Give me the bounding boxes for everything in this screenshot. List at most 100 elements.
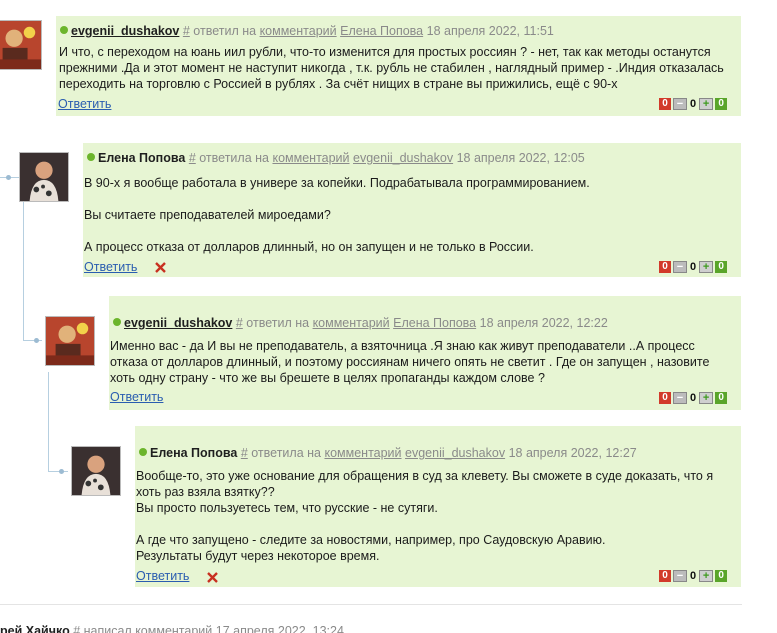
comment-date: 18 апреля 2022, 12:22 <box>479 316 608 330</box>
comment-link[interactable]: комментарий <box>313 316 390 330</box>
comment-text: Вообще-то, это уже основание для обращен… <box>136 469 714 499</box>
minus-count: 0 <box>659 392 671 404</box>
comment-text: А процесс отказа от долларов длинный, но… <box>84 240 534 254</box>
comment-text: Именно вас - да И вы не преподаватель, а… <box>110 339 710 385</box>
permalink-hash[interactable]: # <box>241 446 248 460</box>
vote-score: 0 <box>690 570 697 582</box>
minus-count: 0 <box>659 570 671 582</box>
minus-icon: − <box>676 98 684 110</box>
vote-widget: 0 − 0 + 0 <box>659 392 728 404</box>
vote-down-button[interactable]: − <box>673 98 687 110</box>
vote-down-button[interactable]: − <box>673 392 687 404</box>
delete-icon[interactable] <box>155 262 166 273</box>
comment-link[interactable]: комментарий <box>260 24 337 38</box>
comment-date: 18 апреля 2022, 12:27 <box>508 446 637 460</box>
vote-up-button[interactable]: + <box>699 98 714 110</box>
action-text: ответила на <box>251 446 321 460</box>
online-status-icon <box>113 318 121 326</box>
next-comment-header: рей Хайчко # написал комментарий 17 апре… <box>0 624 344 633</box>
permalink-hash[interactable]: # <box>73 624 80 633</box>
plus-count: 0 <box>715 570 728 582</box>
vote-score: 0 <box>690 261 697 273</box>
online-status-icon <box>60 26 68 34</box>
thread-line <box>48 372 49 472</box>
comments-thread: evgenii_dushakov # ответил на комментари… <box>0 0 777 633</box>
author-link[interactable]: evgenii_dushakov <box>71 24 179 38</box>
target-user-link[interactable]: evgenii_dushakov <box>405 446 505 460</box>
plus-icon: + <box>702 570 710 582</box>
permalink-hash[interactable]: # <box>183 24 190 38</box>
avatar-image-icon <box>72 447 120 495</box>
comment-body: Вообще-то, это уже основание для обращен… <box>135 468 741 564</box>
plus-icon: + <box>702 261 710 273</box>
comment-bubble: evgenii_dushakov # ответил на комментари… <box>56 16 741 116</box>
comment-text: Вы просто пользуетесь тем, что русские -… <box>136 501 438 515</box>
vote-widget: 0 − 0 + 0 <box>659 261 728 273</box>
avatar[interactable] <box>19 152 69 202</box>
comment-link[interactable]: комментарий <box>324 446 401 460</box>
avatar-image-icon <box>20 153 68 201</box>
delete-icon[interactable] <box>207 572 218 583</box>
author-link[interactable]: Елена Попова <box>98 151 185 165</box>
reply-link[interactable]: Ответить <box>58 97 111 111</box>
comment-date: 18 апреля 2022, 12:05 <box>456 151 585 165</box>
plus-icon: + <box>702 98 710 110</box>
avatar-image-icon <box>0 21 41 69</box>
comment-header: evgenii_dushakov # ответил на комментари… <box>109 296 741 332</box>
target-user-link[interactable]: Елена Попова <box>340 24 423 38</box>
comment-text-blank <box>136 516 733 532</box>
reply-link[interactable]: Ответить <box>84 260 137 274</box>
vote-score: 0 <box>690 392 697 404</box>
comment-body: В 90-х я вообще работала в универе за ко… <box>83 175 741 255</box>
reply-link[interactable]: Ответить <box>110 390 163 404</box>
comment-header: Елена Попова # ответила на комментарий e… <box>135 426 741 462</box>
author-link[interactable]: Елена Попова <box>150 446 237 460</box>
thread-line <box>23 178 24 340</box>
comment-text: А где что запущено - следите за новостям… <box>136 533 606 547</box>
thread-dot <box>34 338 39 343</box>
vote-up-button[interactable]: + <box>699 261 714 273</box>
plus-icon: + <box>702 392 710 404</box>
plus-count: 0 <box>715 392 728 404</box>
comment-text: Вы считаете преподавателей мироедами? <box>84 208 331 222</box>
permalink-hash[interactable]: # <box>236 316 243 330</box>
thread-dot <box>59 469 64 474</box>
vote-up-button[interactable]: + <box>699 570 714 582</box>
minus-icon: − <box>676 392 684 404</box>
online-status-icon <box>139 448 147 456</box>
permalink-hash[interactable]: # <box>189 151 196 165</box>
comment-header: Елена Попова # ответила на комментарий e… <box>83 143 741 167</box>
avatar[interactable] <box>71 446 121 496</box>
comment-link[interactable]: комментарий <box>272 151 349 165</box>
avatar[interactable] <box>0 20 42 70</box>
target-user-link[interactable]: evgenii_dushakov <box>353 151 453 165</box>
comment-header: evgenii_dushakov # ответил на комментари… <box>56 16 741 40</box>
vote-down-button[interactable]: − <box>673 570 687 582</box>
thread-line <box>48 471 68 472</box>
avatar-image-icon <box>46 317 94 365</box>
vote-down-button[interactable]: − <box>673 261 687 273</box>
target-user-link[interactable]: Елена Попова <box>393 316 476 330</box>
vote-score: 0 <box>690 98 697 110</box>
reply-link[interactable]: Ответить <box>136 569 189 583</box>
comment-text: В 90-х я вообще работала в универе за ко… <box>84 176 590 190</box>
vote-up-button[interactable]: + <box>699 392 714 404</box>
divider <box>0 604 742 605</box>
comment-text-blank <box>84 223 733 239</box>
action-text: написал комментарий <box>83 624 213 633</box>
thread-dot <box>6 175 11 180</box>
action-text: ответила на <box>199 151 269 165</box>
comment-bubble: evgenii_dushakov # ответил на комментари… <box>109 296 741 410</box>
comment-text-blank <box>84 191 733 207</box>
comment-body: И что, с переходом на юань иил рубли, чт… <box>56 44 741 92</box>
comment-date: 17 апреля 2022, 13:24 <box>215 624 344 633</box>
comment-bubble: Елена Попова # ответила на комментарий e… <box>83 143 741 277</box>
plus-count: 0 <box>715 261 728 273</box>
author-link[interactable]: evgenii_dushakov <box>124 316 232 330</box>
action-text: ответил на <box>193 24 257 38</box>
plus-count: 0 <box>715 98 728 110</box>
avatar[interactable] <box>45 316 95 366</box>
online-status-icon <box>87 153 95 161</box>
vote-widget: 0 − 0 + 0 <box>659 98 728 110</box>
author-link[interactable]: рей Хайчко <box>0 624 70 633</box>
